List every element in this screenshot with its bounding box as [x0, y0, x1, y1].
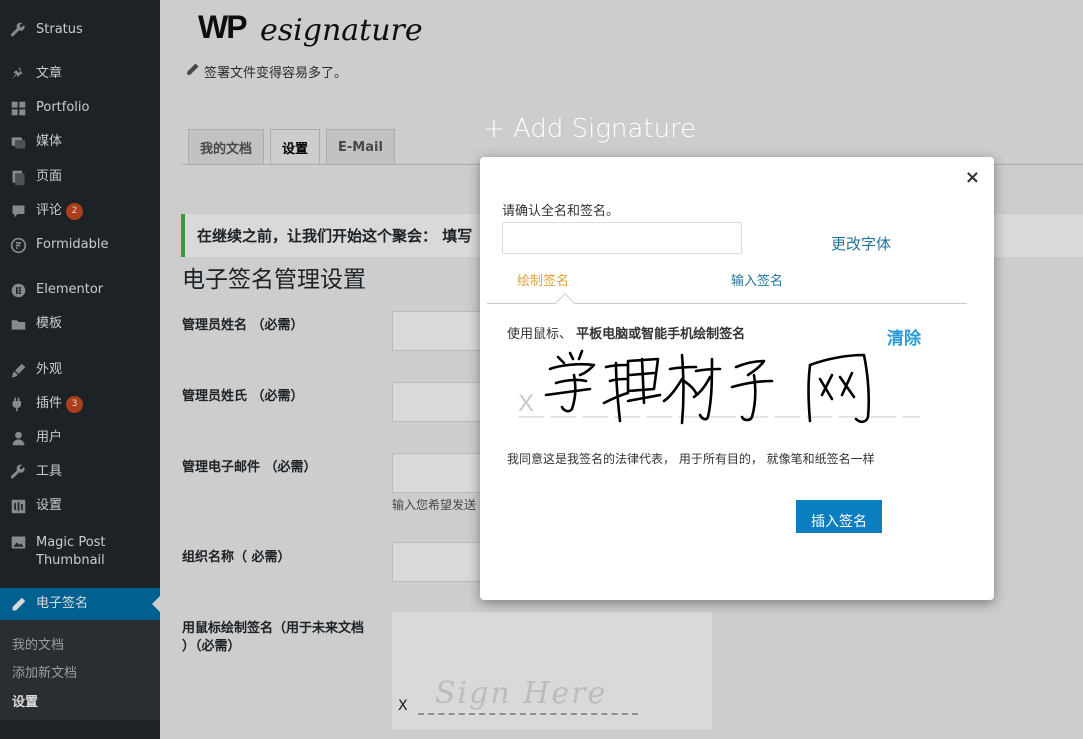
active-tab-caret	[555, 293, 575, 313]
full-name-input[interactable]	[502, 222, 742, 254]
modal-heading: + Add Signature	[483, 114, 697, 144]
drawn-signature-strokes	[544, 349, 871, 425]
close-icon[interactable]: ×	[965, 167, 980, 188]
change-font-link[interactable]: 更改字体	[831, 233, 891, 254]
signature-x-mark: X	[518, 390, 534, 417]
insert-signature-button[interactable]: 插入签名	[796, 500, 882, 533]
signature-draw-pad[interactable]: X	[510, 345, 930, 445]
legal-agreement-text: 我同意这是我签名的法律代表， 用于所有目的， 就像笔和纸签名一样	[507, 452, 875, 466]
add-signature-modal: × 请确认全名和签名。 更改字体 绘制签名 输入签名 使用鼠标、 平板电脑或智能…	[480, 157, 994, 600]
draw-instructions: 使用鼠标、 平板电脑或智能手机绘制签名	[507, 327, 746, 342]
tab-type-signature[interactable]: 输入签名	[731, 270, 783, 289]
tab-draw-signature[interactable]: 绘制签名	[517, 270, 569, 289]
full-name-label: 请确认全名和签名。	[502, 204, 620, 219]
